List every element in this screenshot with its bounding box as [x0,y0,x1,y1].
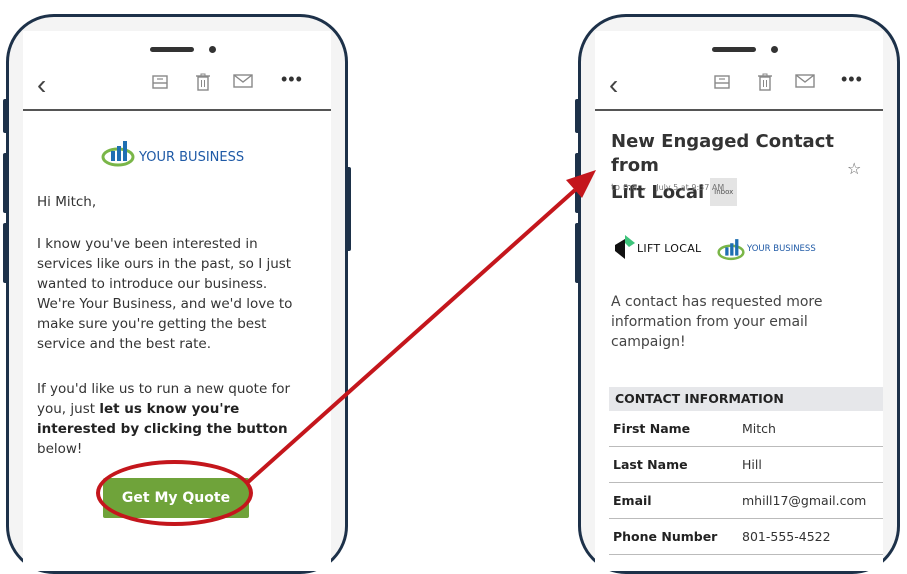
brand-name: YOUR BUSINESS [139,150,245,165]
lift-local-brand: LIFT LOCAL [637,242,702,255]
back-chevron-icon[interactable]: ‹ [37,71,46,99]
more-dots-icon[interactable]: ••• [281,69,303,90]
mail-icon[interactable] [795,73,815,93]
intro-line: information from your email [611,314,808,330]
trash-icon[interactable] [757,73,773,95]
contact-value: Hill [742,457,762,472]
contact-label: Last Name [613,457,688,472]
archive-icon[interactable] [151,73,169,95]
paragraph-line: We're Your Business, and we'd love to [37,296,293,312]
contact-label: Email [613,493,652,508]
paragraph-line: service and the best rate. [37,336,211,352]
email-intro: A contact has requested more information… [611,292,823,352]
highlight-ring [96,460,253,526]
email-paragraph-1: I know you've been interested in service… [37,234,292,354]
paragraph-line: below! [37,441,83,457]
contact-value[interactable]: 801-555-4522 [742,529,831,544]
phone-camera [771,46,778,53]
contact-label: Phone Number [613,529,718,544]
email-screen-right: ‹ ••• New Engaged Contact from Lift Loca… [595,31,883,571]
intro-line: campaign! [611,334,686,350]
contact-info-header: CONTACT INFORMATION [609,387,883,411]
phone-side-button [575,153,581,213]
table-row: First Name Mitch [609,411,883,447]
phone-speaker [712,47,756,52]
subject-line: New Engaged Contact from [611,131,834,176]
email-date: July 5 at 9:37 AM [656,183,725,192]
paragraph-bold-text: let us know you're [99,401,240,417]
lift-local-logo-mark [615,235,635,259]
paragraph-line: If you'd like us to run a new quote for [37,381,291,397]
more-dots-icon[interactable]: ••• [841,69,863,90]
recipient[interactable]: to me [611,183,637,193]
email-paragraph-2: If you'd like us to run a new quote for … [37,379,290,459]
phone-right: ‹ ••• New Engaged Contact from Lift Loca… [575,14,900,574]
paragraph-line: I know you've been interested in [37,236,258,252]
your-business-brand: YOUR BUSINESS [747,244,816,254]
back-chevron-icon[interactable]: ‹ [609,71,618,99]
phone-side-button [3,223,9,283]
paragraph-line: wanted to introduce our business. [37,276,268,292]
contact-value[interactable]: mhill17@gmail.com [742,493,866,508]
table-row: Phone Number 801-555-4522 [609,519,883,555]
your-business-logo-mark [717,239,745,261]
table-row: Last Name Hill [609,447,883,483]
lift-local-logo [615,235,635,264]
mail-icon[interactable] [233,73,253,93]
table-row: Email mhill17@gmail.com [609,483,883,519]
chevron-down-icon[interactable]: ⌄ [640,183,648,193]
paragraph-line: services like ours in the past, so I jus… [37,256,292,272]
phone-side-button [3,153,9,213]
contact-label: First Name [613,421,691,436]
email-toolbar: ‹ ••• [595,67,883,111]
star-icon[interactable]: ☆ [847,159,861,178]
your-business-logo [101,139,135,172]
phone-side-button [345,167,351,251]
paragraph-text: you, just [37,401,100,417]
contact-value: Mitch [742,421,776,436]
email-meta: to me ⌄ July 5 at 9:37 AM [611,183,724,193]
paragraph-line: make sure you're getting the best [37,316,267,332]
paragraph-line: you, just let us know you're [37,399,290,419]
your-business-logo-mark [101,141,135,167]
phone-speaker [150,47,194,52]
phone-side-button [3,99,9,133]
email-greeting: Hi Mitch, [37,194,97,210]
phone-side-button [575,223,581,283]
phone-side-button [575,99,581,133]
phone-camera [209,46,216,53]
trash-icon[interactable] [195,73,211,95]
your-business-logo [717,237,745,266]
archive-icon[interactable] [713,73,731,95]
email-toolbar: ‹ ••• [23,67,331,111]
paragraph-bold-text: interested by clicking the button [37,421,288,437]
email-subject: New Engaged Contact from Lift Local Inbox [611,130,883,206]
intro-line: A contact has requested more [611,294,823,310]
